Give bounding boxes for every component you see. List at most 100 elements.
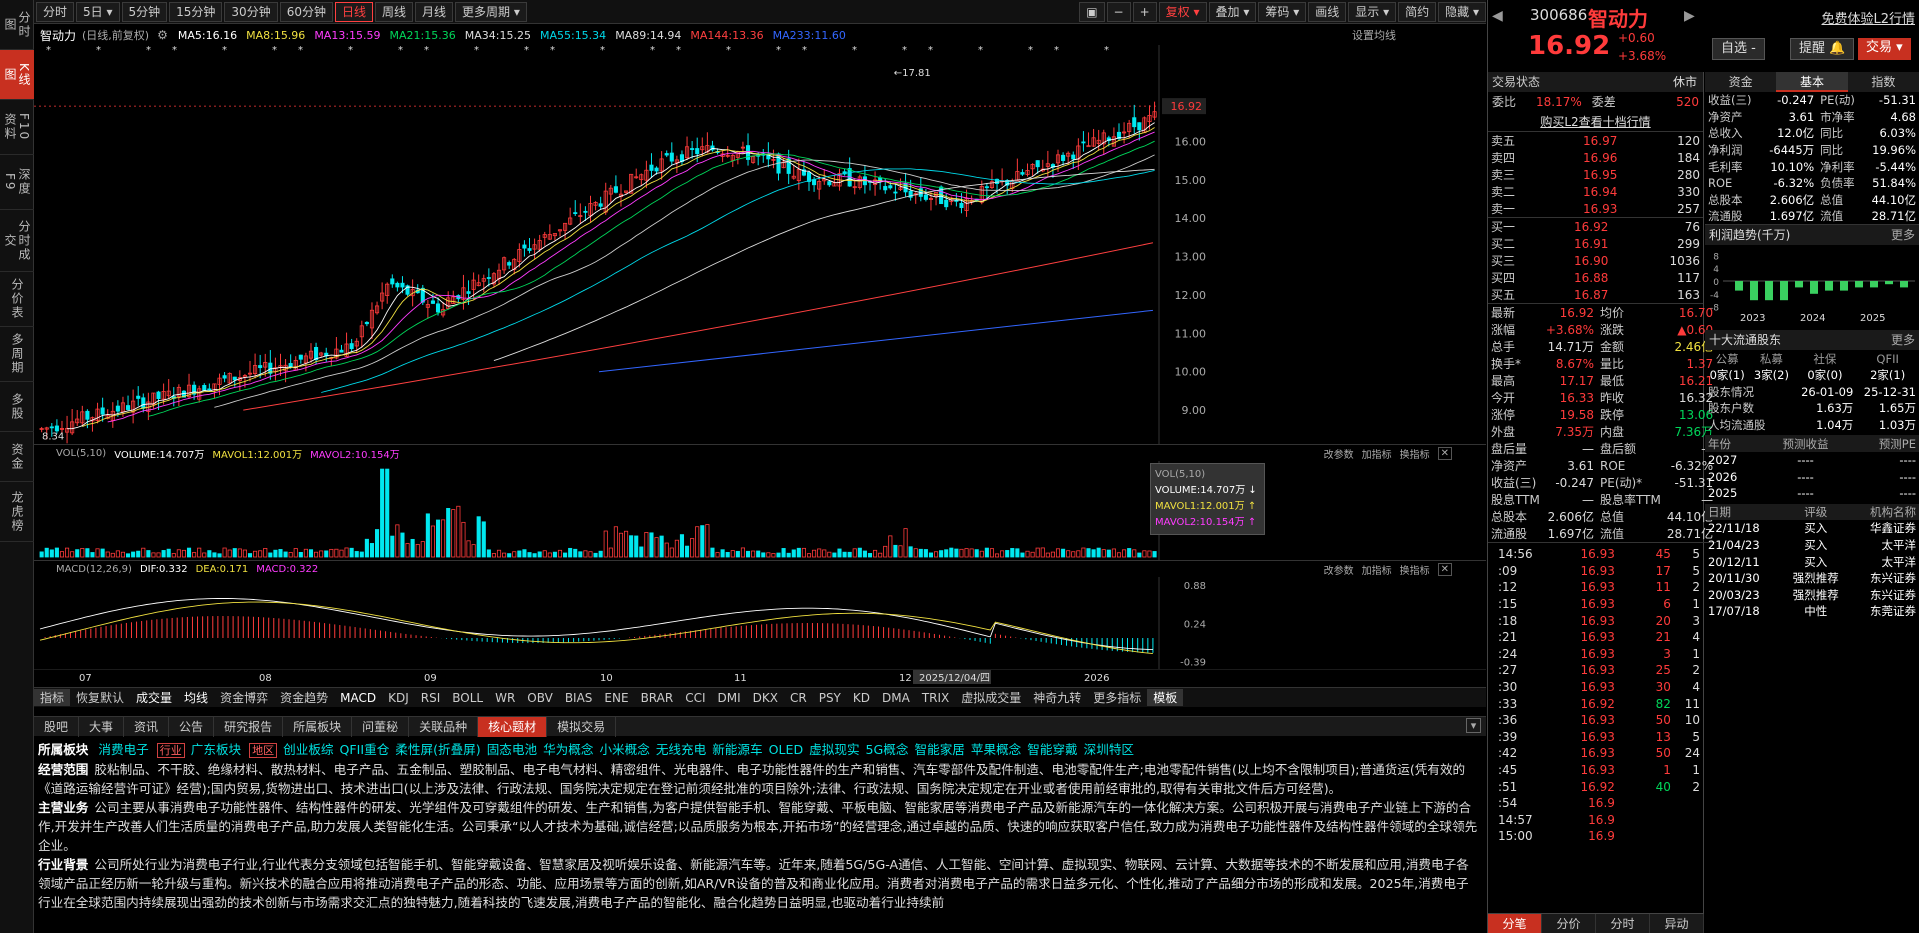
vol-add-indicator[interactable]: 加指标 xyxy=(1362,446,1392,461)
nav-f10[interactable]: F10资料 xyxy=(0,100,34,155)
period-0[interactable]: 分时 xyxy=(36,1,75,22)
prev-stock-icon[interactable]: ◀ xyxy=(1492,8,1503,24)
period-3[interactable]: 15分钟 xyxy=(169,1,223,22)
macd-change-param[interactable]: 改参数 xyxy=(1324,562,1354,577)
nav-multi-stock[interactable]: 多股 xyxy=(0,382,34,432)
macd-chart[interactable]: 0.88 0.24 -0.39 xyxy=(34,577,1486,669)
sector-tag[interactable]: 5G概念 xyxy=(866,742,909,757)
indicator-tab[interactable]: BRAR xyxy=(635,691,680,705)
indicator-tab[interactable]: ENE xyxy=(598,691,634,705)
indicator-tab[interactable]: OBV xyxy=(521,691,559,705)
indicator-tab[interactable]: DKX xyxy=(747,691,784,705)
indicator-tab[interactable]: PSY xyxy=(813,691,847,705)
sector-tag[interactable]: OLED xyxy=(769,742,804,757)
indicator-tab[interactable]: DMI xyxy=(712,691,747,705)
info-tab[interactable]: 核心题材 xyxy=(478,716,548,737)
info-tab[interactable]: 问董秘 xyxy=(352,716,410,737)
info-tab[interactable]: 所属板块 xyxy=(283,716,353,737)
tick-tab[interactable]: 分价 xyxy=(1542,914,1596,933)
indicator-tab[interactable]: TRIX xyxy=(916,691,955,705)
indicator-tab[interactable]: RSI xyxy=(415,691,447,705)
macd-add-indicator[interactable]: 加指标 xyxy=(1362,562,1392,577)
nav-dragon-tiger[interactable]: 龙虎榜 xyxy=(0,482,34,542)
nav-tick[interactable]: 分时成交 xyxy=(0,210,34,272)
indicator-tab[interactable]: BOLL xyxy=(446,691,489,705)
info-tab[interactable]: 关联品种 xyxy=(409,716,479,737)
nav-fund[interactable]: 资金 xyxy=(0,432,34,482)
indicator-tab[interactable]: 均线 xyxy=(178,689,214,706)
display-button[interactable]: 显示 ▾ xyxy=(1348,1,1397,22)
indicator-tab[interactable]: DMA xyxy=(876,691,916,705)
sector-tag[interactable]: 虚拟现实 xyxy=(809,742,859,757)
nav-depth[interactable]: 深度F9 xyxy=(0,155,34,210)
nav-multi-period[interactable]: 多周期 xyxy=(0,327,34,382)
time-axis[interactable]: 07 08 09 10 11 12 2025/12/04/四 2026 xyxy=(34,669,1486,686)
indicator-tab[interactable]: CR xyxy=(784,691,813,705)
free-l2-link[interactable]: 免费体验L2行情 xyxy=(1821,8,1915,27)
zoom-out-icon[interactable]: − xyxy=(1106,1,1131,22)
indicator-tab[interactable]: 资金博弈 xyxy=(214,689,274,706)
fq-button[interactable]: 复权 ▾ xyxy=(1158,1,1207,22)
sector-tag[interactable]: 柔性屏(折叠屏) xyxy=(395,742,480,757)
sector-tag[interactable]: QFII重仓 xyxy=(340,742,390,757)
vol-close-icon[interactable]: ✕ xyxy=(1437,446,1452,460)
indicator-tab[interactable]: 神奇九转 xyxy=(1027,689,1087,706)
watchlist-button[interactable]: 自选 - xyxy=(1712,38,1765,60)
period-5[interactable]: 60分钟 xyxy=(279,1,333,22)
lock-icon[interactable]: ▣ xyxy=(1079,1,1105,22)
indicator-tab[interactable]: 成交量 xyxy=(130,689,178,706)
ma-settings-button[interactable]: 设置均线 xyxy=(1352,27,1396,43)
sector-tag[interactable]: 无线充电 xyxy=(656,742,706,757)
nav-price-table[interactable]: 分价表 xyxy=(0,272,34,327)
indicator-tab[interactable]: CCI xyxy=(679,691,711,705)
profit-more[interactable]: 更多 xyxy=(1891,225,1915,245)
sector-tag[interactable]: 华为概念 xyxy=(543,742,593,757)
buy-l2-link[interactable]: 购买L2查看十档行情 xyxy=(1488,112,1703,132)
sector-tag[interactable]: 苹果概念 xyxy=(971,742,1021,757)
kline-chart[interactable]: 16.00 15.00 14.00 13.00 12.00 11.00 10.00 9.00 1… xyxy=(34,45,1486,445)
sector-tag[interactable]: 新能源车 xyxy=(712,742,762,757)
indicator-tab[interactable]: 模板 xyxy=(1147,689,1184,706)
info-tab[interactable]: 研究报告 xyxy=(214,716,284,737)
simple-button[interactable]: 简约 xyxy=(1398,1,1437,22)
nav-fenshi[interactable]: 分时图 xyxy=(0,0,34,50)
hide-button[interactable]: 隐藏 ▾ xyxy=(1438,1,1486,22)
period-1[interactable]: 5日 ▾ xyxy=(76,1,120,22)
info-tab[interactable]: 大事 xyxy=(79,716,125,737)
tick-tab[interactable]: 分笔 xyxy=(1488,914,1542,933)
f10-tab[interactable]: 资金 xyxy=(1705,72,1776,92)
f10-tab[interactable]: 基本 xyxy=(1776,72,1848,92)
macd-swap-indicator[interactable]: 换指标 xyxy=(1400,562,1430,577)
tick-tab[interactable]: 分时 xyxy=(1596,914,1650,933)
macd-close-icon[interactable]: ✕ xyxy=(1437,562,1452,576)
volume-chart[interactable]: 86.5057.4029.20 xyxy=(34,461,1486,561)
sector-tag[interactable]: 创业板综 xyxy=(283,742,333,757)
indicator-tab[interactable]: BIAS xyxy=(559,691,599,705)
info-tab[interactable]: 模拟交易 xyxy=(547,716,617,737)
chips-button[interactable]: 筹码 ▾ xyxy=(1258,1,1307,22)
sector-tag[interactable]: 小米概念 xyxy=(599,742,649,757)
sector-tag[interactable]: 固态电池 xyxy=(487,742,537,757)
indicator-tab[interactable]: 更多指标 xyxy=(1087,689,1147,706)
period-7[interactable]: 周线 xyxy=(375,1,414,22)
period-9[interactable]: 更多周期 ▾ xyxy=(455,1,527,22)
indicator-tab[interactable]: MACD xyxy=(334,691,382,705)
period-6[interactable]: 日线 xyxy=(334,1,373,22)
info-tab[interactable]: 资讯 xyxy=(124,716,170,737)
trade-button[interactable]: 交易 ▾ xyxy=(1858,38,1911,60)
draw-button[interactable]: 画线 xyxy=(1308,1,1347,22)
vol-swap-indicator[interactable]: 换指标 xyxy=(1400,446,1430,461)
sector-tag[interactable]: 智能家居 xyxy=(915,742,965,757)
indicator-tab[interactable]: 资金趋势 xyxy=(274,689,334,706)
indicator-tab[interactable]: 指标 xyxy=(34,689,71,706)
settings-icon[interactable]: ⚙ xyxy=(157,28,168,42)
info-tab[interactable]: 公告 xyxy=(169,716,215,737)
sector-tag[interactable]: 广东板块 xyxy=(191,742,241,757)
alert-button[interactable]: 提醒 🔔 xyxy=(1790,38,1855,60)
next-stock-icon[interactable]: ▶ xyxy=(1684,8,1695,24)
overlay-button[interactable]: 叠加 ▾ xyxy=(1208,1,1257,22)
period-8[interactable]: 月线 xyxy=(415,1,454,22)
sector-tag[interactable]: 消费电子 xyxy=(98,742,148,757)
nav-kline[interactable]: K线图 xyxy=(0,50,34,100)
period-4[interactable]: 30分钟 xyxy=(224,1,278,22)
